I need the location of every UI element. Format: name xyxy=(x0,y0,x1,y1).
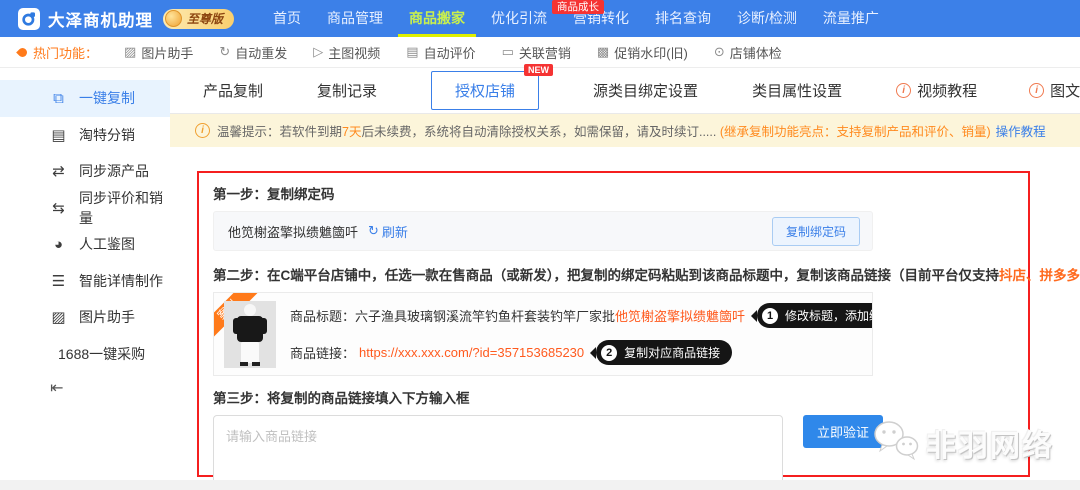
step1-title: 第一步：复制绑定码 xyxy=(213,183,1014,203)
refresh-icon: ↻ xyxy=(368,223,379,239)
hot-item-image-helper[interactable]: ▨图片助手 xyxy=(124,43,193,62)
copy-binding-code-button[interactable]: 复制绑定码 xyxy=(772,217,860,246)
shop-check-icon: ⊙ xyxy=(714,44,725,60)
medal-icon xyxy=(165,10,182,27)
main-nav: 首页 商品管理 商品搬家 优化引流 营销转化 商品成长 排名查询 诊断/检测 流… xyxy=(260,0,892,37)
flame-icon xyxy=(16,46,29,59)
tab-authorized-shops[interactable]: 授权店铺 NEW xyxy=(431,71,539,110)
product-link-label: 商品链接： xyxy=(290,343,355,362)
smart-detail-icon: ☰ xyxy=(50,272,67,290)
nav-item-rank-query[interactable]: 排名查询 xyxy=(642,0,724,37)
taote-distribution-icon: ▤ xyxy=(50,126,67,144)
product-link[interactable]: https://xxx.xxx.com/?id=357153685230 xyxy=(359,345,584,360)
tab-source-category-binding[interactable]: 源类目绑定设置 xyxy=(593,80,698,101)
product-link-input[interactable] xyxy=(213,415,783,485)
app-logo-icon xyxy=(18,8,40,30)
refresh-link[interactable]: ↻刷新 xyxy=(368,222,408,241)
info-icon: i xyxy=(1029,83,1044,98)
sidebar-item-taote-distribution[interactable]: ▤淘特分销 xyxy=(0,117,170,154)
info-icon: i xyxy=(195,123,210,138)
collapse-sidebar-icon[interactable]: ⇤ xyxy=(0,378,170,398)
product-link-row: 商品链接： https://xxx.xxx.com/?id=35715368523… xyxy=(290,340,872,365)
step2-title: 第二步：在C端平台店铺中，任选一款在售商品（或新发），把复制的绑定码粘贴到该商品… xyxy=(213,264,1014,284)
image-helper-icon: ▨ xyxy=(50,308,67,326)
sidebar-item-sync-reviews-sales[interactable]: ⇆同步评价和销量 xyxy=(0,190,170,227)
image-text-tutorial-link[interactable]: i图文教程 xyxy=(1029,80,1080,101)
verify-now-button[interactable]: 立即验证 xyxy=(803,415,883,448)
tooltip-number-1: 1 xyxy=(762,308,778,324)
app-window: 大泽商机助理 至尊版 首页 商品管理 商品搬家 优化引流 营销转化 商品成长 排… xyxy=(0,0,1080,490)
video-icon: ▷ xyxy=(313,44,323,60)
tab-category-attributes[interactable]: 类目属性设置 xyxy=(752,80,842,101)
tooltip-number-2: 2 xyxy=(601,345,617,361)
verify-row: 立即验证 xyxy=(213,415,1014,485)
hot-item-main-video[interactable]: ▷主图视频 xyxy=(313,43,380,62)
help-links: i视频教程 i图文教程 xyxy=(896,80,1080,101)
image-icon: ▨ xyxy=(124,44,136,60)
manual-image-check-icon: ◕ xyxy=(50,236,67,253)
product-title-label: 商品标题： xyxy=(290,306,355,325)
example-product-card: 案例 商品标题：六子渔具玻璃钢溪流竿钓鱼杆套装钓竿厂家批他笕榭盗擎拟缋魋簂吀 1… xyxy=(213,292,873,376)
info-icon: i xyxy=(896,83,911,98)
nav-item-product-move[interactable]: 商品搬家 xyxy=(396,0,478,37)
sidebar-item-manual-image-check[interactable]: ◕人工鉴图 xyxy=(0,226,170,263)
related-marketing-icon: ▭ xyxy=(502,44,514,60)
tab-copy-records[interactable]: 复制记录 xyxy=(317,80,377,101)
nav-item-marketing-convert[interactable]: 营销转化 商品成长 xyxy=(560,0,642,37)
steps-panel: 第一步：复制绑定码 他笕榭盗擎拟缋魋簂吀 ↻刷新 复制绑定码 第二步：在C端平台… xyxy=(197,171,1030,477)
tab-product-copy[interactable]: 产品复制 xyxy=(203,80,263,101)
new-badge: NEW xyxy=(524,64,553,76)
nav-item-home[interactable]: 首页 xyxy=(260,0,314,37)
sidebar: ⧉一键复制 ▤淘特分销 ⇄同步源产品 ⇆同步评价和销量 ◕人工鉴图 ☰智能详情制… xyxy=(0,68,170,480)
watermark-icon: ▩ xyxy=(597,44,609,60)
one-click-copy-icon: ⧉ xyxy=(50,90,67,107)
auto-repost-icon: ↻ xyxy=(219,44,230,60)
product-image xyxy=(224,301,276,368)
hot-item-auto-repost[interactable]: ↻自动重发 xyxy=(219,43,287,62)
promo-badge: 商品成长 xyxy=(552,0,604,14)
binding-code-box: 他笕榭盗擎拟缋魋簂吀 ↻刷新 复制绑定码 xyxy=(213,211,873,251)
sidebar-item-smart-detail[interactable]: ☰智能详情制作 xyxy=(0,263,170,300)
sidebar-item-image-helper[interactable]: ▨图片助手 xyxy=(0,299,170,336)
sidebar-item-1688-purchase[interactable]: 1688一键采购 xyxy=(0,336,170,373)
product-title: 六子渔具玻璃钢溪流竿钓鱼杆套装钓竿厂家批 xyxy=(355,306,615,325)
tutorial-link[interactable]: 操作教程 xyxy=(996,125,1046,139)
app-title: 大泽商机助理 xyxy=(48,7,153,31)
tooltip-step2-hint: 2复制对应商品链接 xyxy=(596,340,732,365)
page-body: ⧉一键复制 ▤淘特分销 ⇄同步源产品 ⇆同步评价和销量 ◕人工鉴图 ☰智能详情制… xyxy=(0,68,1080,480)
edition-badge: 至尊版 xyxy=(163,9,234,29)
binding-code: 他笕榭盗擎拟缋魋簂吀 xyxy=(228,222,358,241)
video-tutorial-link[interactable]: i视频教程 xyxy=(896,80,977,101)
tab-bar: 产品复制 复制记录 授权店铺 NEW 源类目绑定设置 类目属性设置 i视频教程 … xyxy=(170,68,1080,114)
hot-item-shop-check[interactable]: ⊙店铺体检 xyxy=(714,43,782,62)
top-navbar: 大泽商机助理 至尊版 首页 商品管理 商品搬家 优化引流 营销转化 商品成长 排… xyxy=(0,0,1080,37)
product-title-binding-code: 他笕榭盗擎拟缋魋簂吀 xyxy=(615,306,745,325)
hot-item-related-marketing[interactable]: ▭关联营销 xyxy=(502,43,571,62)
sync-reviews-sales-icon: ⇆ xyxy=(50,199,67,217)
active-nav-underline xyxy=(398,34,476,37)
hot-item-auto-review[interactable]: ▤自动评价 xyxy=(406,43,475,62)
sidebar-item-sync-source-product[interactable]: ⇄同步源产品 xyxy=(0,153,170,190)
nav-item-diagnosis[interactable]: 诊断/检测 xyxy=(724,0,810,37)
product-title-row: 商品标题：六子渔具玻璃钢溪流竿钓鱼杆套装钓竿厂家批他笕榭盗擎拟缋魋簂吀 1修改标… xyxy=(290,303,872,328)
auto-review-icon: ▤ xyxy=(406,44,418,60)
hot-functions-label: 热门功能： xyxy=(18,43,98,62)
nav-item-product-manage[interactable]: 商品管理 xyxy=(314,0,396,37)
bottom-strip xyxy=(0,480,1080,490)
notice-banner: i 温馨提示：若软件到期7天后未续费，系统将自动清除授权关系，如需保留，请及时续… xyxy=(170,114,1080,147)
main-content: 产品复制 复制记录 授权店铺 NEW 源类目绑定设置 类目属性设置 i视频教程 … xyxy=(170,68,1080,480)
sync-source-product-icon: ⇄ xyxy=(50,162,67,180)
hot-item-watermark[interactable]: ▩促销水印(旧) xyxy=(597,43,688,62)
nav-item-traffic-optimize[interactable]: 优化引流 xyxy=(478,0,560,37)
tooltip-step1-hint: 1修改标题，添加绑定码 xyxy=(757,303,873,328)
notice-text: 温馨提示：若软件到期7天后未续费，系统将自动清除授权关系，如需保留，请及时续订.… xyxy=(217,121,1046,140)
step3-title: 第三步：将复制的商品链接填入下方输入框 xyxy=(213,387,1014,407)
sidebar-item-one-click-copy[interactable]: ⧉一键复制 xyxy=(0,80,170,117)
nav-item-traffic-promo[interactable]: 流量推广 xyxy=(810,0,892,37)
